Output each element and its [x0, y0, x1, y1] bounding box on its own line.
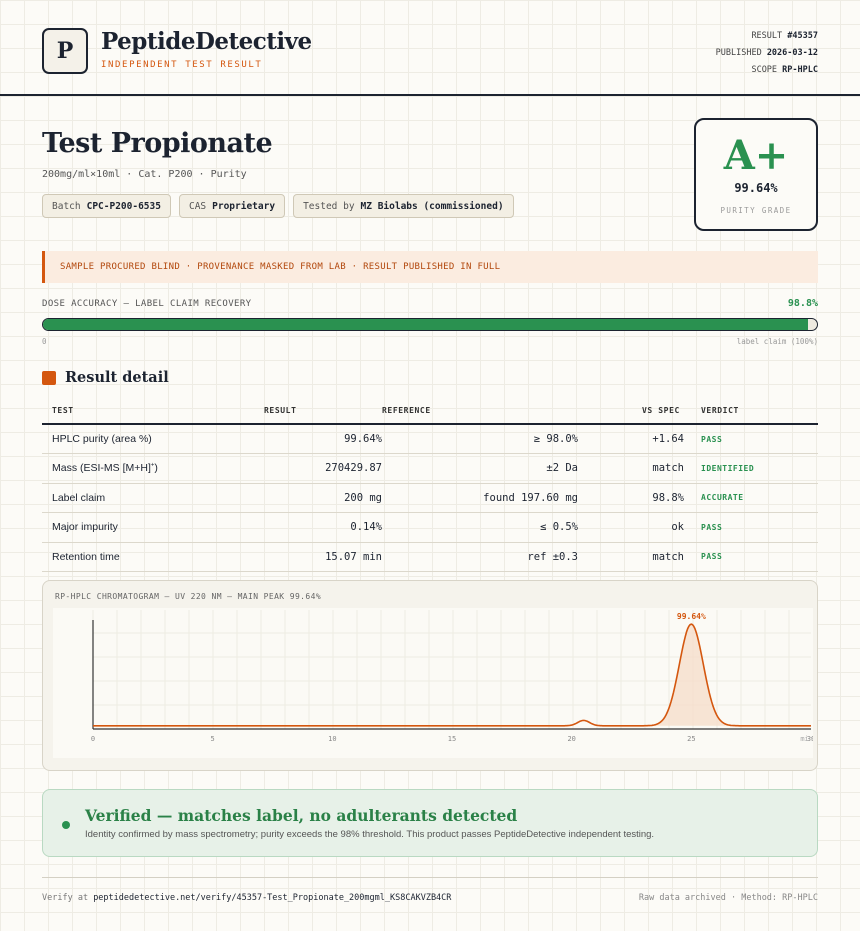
meta-scope: SCOPE RP-HPLC: [751, 65, 818, 75]
verified-banner: Verified — matches label, no adulterants…: [42, 789, 818, 857]
row-test: Mass (ESI-MS [M+H]+): [42, 453, 264, 484]
report-meta: RESULT #45357 PUBLISHED 2026-03-12 SCOPE…: [716, 28, 818, 79]
table-row: Retention time 15.07 min ref ±0.3 match …: [42, 542, 818, 572]
peak-annotation-label: 99.64%: [677, 612, 706, 621]
row-verdict: PASS: [684, 512, 818, 543]
logo-icon: P: [42, 28, 88, 74]
section-marker-icon: [42, 371, 56, 385]
row-vs-spec: +1.64: [578, 424, 684, 454]
verified-title: Verified — matches label, no adulterants…: [85, 806, 518, 825]
x-tick-label: 25: [687, 735, 695, 743]
verify-footer: Verify at peptidedetective.net/verify/45…: [42, 893, 452, 903]
grade-value: 99.64%: [734, 181, 778, 195]
header-verdict: VERDICT: [684, 397, 818, 425]
product-chips: Batch CPC-P200-6535 CAS Proprietary Tested…: [42, 194, 514, 218]
row-vs-spec: match: [578, 542, 684, 572]
dose-accuracy-bar: [42, 318, 818, 331]
dose-max-label: label claim (100%): [736, 337, 818, 346]
tested-by-chip: Tested by MZ Biolabs (commissioned): [293, 194, 514, 218]
row-result: 99.64%: [264, 424, 382, 454]
x-tick-label: 5: [211, 735, 215, 743]
verify-link[interactable]: peptidedetective.net/verify/45357-Test_P…: [93, 893, 451, 903]
chromatogram-panel: RP-HPLC CHROMATOGRAM — UV 220 NM — MAIN …: [42, 580, 818, 771]
row-verdict: ACCURATE: [684, 483, 818, 513]
row-vs-spec: ok: [578, 512, 684, 543]
verified-dot-icon: [62, 821, 70, 829]
x-unit-label: min: [800, 735, 813, 743]
dose-accuracy-value: 98.8%: [787, 298, 818, 309]
dose-accuracy-label: DOSE ACCURACY — LABEL CLAIM RECOVERY: [42, 299, 252, 309]
row-verdict: IDENTIFIED: [684, 453, 818, 484]
row-result: 15.07 min: [264, 542, 382, 572]
row-result: 270429.87: [264, 453, 382, 484]
header-test: TEST: [42, 397, 264, 425]
row-result: 200 mg: [264, 483, 382, 513]
chromatogram-title: RP-HPLC CHROMATOGRAM — UV 220 NM — MAIN …: [55, 592, 322, 601]
meta-result: RESULT #45357: [751, 31, 818, 41]
grade-letter: A+: [723, 132, 789, 179]
row-verdict: PASS: [684, 542, 818, 572]
table-row: Label claim 200 mg found 197.60 mg 98.8%…: [42, 483, 818, 513]
procurement-notice: SAMPLE PROCURED BLIND · PROVENANCE MASKE…: [42, 251, 818, 283]
brand-name: PeptideDetective: [101, 28, 312, 55]
table-row: Mass (ESI-MS [M+H]+) 270429.87 ±2 Da mat…: [42, 453, 818, 484]
header-vs-spec: VS SPEC: [578, 397, 684, 425]
x-tick-label: 10: [328, 735, 336, 743]
row-test: Retention time: [42, 542, 264, 572]
results-table: TEST RESULT REFERENCE VS SPEC VERDICT HP…: [42, 397, 818, 572]
row-reference: ref ±0.3: [382, 542, 578, 572]
table-header-row: TEST RESULT REFERENCE VS SPEC VERDICT: [42, 397, 818, 425]
footer-divider: [42, 877, 818, 878]
result-detail-title: Result detail: [65, 369, 169, 386]
row-reference: found 197.60 mg: [382, 483, 578, 513]
x-tick-label: 20: [567, 735, 575, 743]
x-tick-label: 0: [91, 735, 95, 743]
row-vs-spec: 98.8%: [578, 483, 684, 513]
meta-published: PUBLISHED 2026-03-12: [715, 48, 818, 58]
purity-grade-card: A+ 99.64% PURITY GRADE: [694, 118, 818, 231]
row-vs-spec: match: [578, 453, 684, 484]
chromatogram-chart: 051015202530min99.64%: [53, 608, 813, 758]
report-header: P PeptideDetective INDEPENDENT TEST RESU…: [0, 0, 860, 96]
dose-accuracy-fill: [43, 319, 808, 330]
table-row: HPLC purity (area %) 99.64% ≥ 98.0% +1.6…: [42, 424, 818, 454]
dose-min-label: 0: [42, 337, 47, 346]
header-result: RESULT: [264, 397, 382, 425]
row-verdict: PASS: [684, 424, 818, 454]
row-test: Label claim: [42, 483, 264, 513]
product-subtitle: 200mg/ml×10ml · Cat. P200 · Purity: [42, 169, 247, 180]
footer-method: Raw data archived · Method: RP-HPLC: [638, 893, 818, 903]
x-tick-label: 15: [448, 735, 456, 743]
table-row: Major impurity 0.14% ≤ 0.5% ok PASS: [42, 512, 818, 543]
cas-chip: CAS Proprietary: [178, 194, 286, 218]
brand-tagline: INDEPENDENT TEST RESULT: [101, 60, 263, 70]
row-reference: ≤ 0.5%: [382, 512, 578, 543]
batch-chip: Batch CPC-P200-6535: [42, 194, 171, 218]
row-result: 0.14%: [264, 512, 382, 543]
header-reference: REFERENCE: [382, 397, 578, 425]
row-test: HPLC purity (area %): [42, 424, 264, 454]
grade-label: PURITY GRADE: [720, 206, 792, 215]
product-title: Test Propionate: [42, 128, 273, 159]
row-reference: ±2 Da: [382, 453, 578, 484]
row-test: Major impurity: [42, 512, 264, 543]
verified-description: Identity confirmed by mass spectrometry;…: [85, 829, 655, 840]
row-reference: ≥ 98.0%: [382, 424, 578, 454]
